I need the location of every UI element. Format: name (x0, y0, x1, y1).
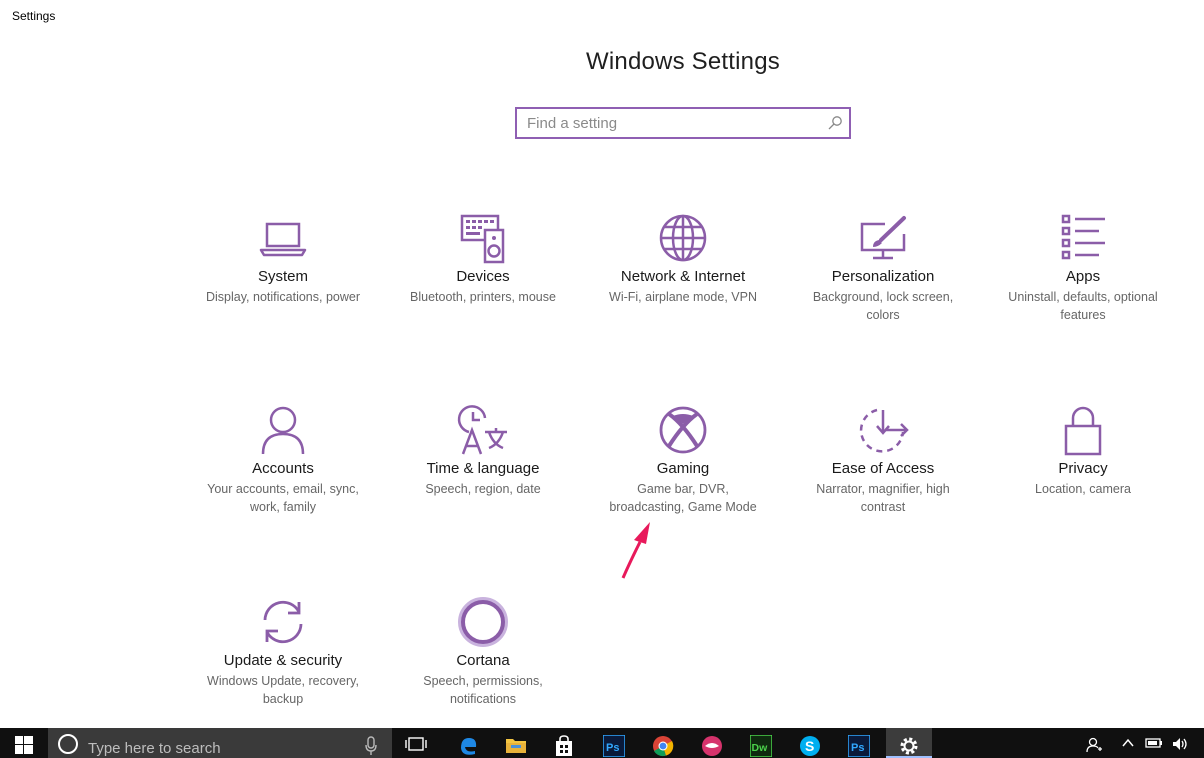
pink-app-icon (702, 736, 722, 756)
tile-description: Location, camera (1035, 482, 1131, 496)
search-input[interactable] (517, 109, 807, 137)
taskbar-file-explorer[interactable] (496, 728, 536, 758)
tile-devices[interactable]: Devices Bluetooth, printers, mouse (393, 210, 573, 306)
taskbar-photoshop[interactable]: Ps (594, 728, 634, 758)
tile-name: Accounts (252, 460, 314, 477)
globe-icon (659, 214, 707, 262)
windows-logo-icon (15, 736, 33, 754)
tile-description: Narrator, magnifier, high contrast (816, 482, 950, 514)
svg-text:Ps: Ps (851, 742, 864, 754)
skype-icon: S (800, 736, 820, 756)
xbox-icon (659, 406, 707, 454)
keyboard-speaker-icon (460, 214, 505, 264)
tile-description: Windows Update, recovery, backup (207, 674, 359, 706)
app-title: Settings (12, 9, 56, 23)
tile-name: Personalization (831, 268, 935, 285)
taskbar: Type here to search Ps Dw S Ps (0, 728, 1204, 758)
store-bag-icon (556, 735, 572, 756)
photoshop-icon: Ps (603, 735, 625, 757)
tile-name: Cortana (456, 652, 510, 669)
laptop-icon (259, 222, 307, 257)
tray-people[interactable] (1082, 728, 1106, 758)
cortana-ring-icon (458, 597, 508, 647)
taskbar-chrome[interactable] (643, 728, 683, 758)
tile-description: Your accounts, email, sync, work, family (207, 482, 359, 514)
tile-name: Network & Internet (620, 268, 746, 285)
tile-description: Bluetooth, printers, mouse (410, 290, 556, 304)
title-bar: Settings (0, 0, 1204, 32)
tile-privacy[interactable]: Privacy Location, camera (993, 402, 1173, 498)
page-title: Windows Settings (586, 48, 780, 75)
svg-text:S: S (805, 738, 814, 754)
tile-name: Time & language (426, 460, 540, 477)
task-view-button[interactable] (396, 728, 436, 758)
dreamweaver-icon: Dw (750, 735, 772, 757)
taskbar-pink-app[interactable] (692, 728, 732, 758)
annotation-arrow-icon (621, 522, 650, 579)
tile-system[interactable]: System Display, notifications, power (193, 210, 373, 306)
clock-language-icon (457, 405, 507, 455)
people-icon (1086, 737, 1102, 753)
tile-update-security[interactable]: Update & security Windows Update, recove… (193, 594, 373, 708)
tray-volume[interactable] (1168, 728, 1192, 758)
gear-icon (900, 737, 918, 755)
tile-apps[interactable]: Apps Uninstall, defaults, optional featu… (993, 210, 1173, 324)
tile-time-language[interactable]: Time & language Speech, region, date (393, 402, 573, 498)
taskbar-dreamweaver[interactable]: Dw (741, 728, 781, 758)
taskbar-store[interactable] (544, 728, 584, 758)
tile-name: Ease of Access (831, 460, 935, 477)
chrome-icon (653, 736, 674, 757)
svg-text:Ps: Ps (606, 742, 619, 754)
lock-icon (1064, 406, 1102, 456)
tile-personalization[interactable]: Personalization Background, lock screen,… (793, 210, 973, 324)
tile-description: Background, lock screen, colors (812, 290, 954, 322)
tile-accounts[interactable]: Accounts Your accounts, email, sync, wor… (193, 402, 373, 516)
taskbar-search-box[interactable]: Type here to search (48, 728, 392, 758)
tile-network[interactable]: Network & Internet Wi-Fi, airplane mode,… (593, 210, 773, 306)
tile-ease-of-access[interactable]: Ease of Access Narrator, magnifier, high… (793, 402, 973, 516)
tile-description: Speech, region, date (425, 482, 541, 496)
microphone-icon[interactable] (364, 736, 378, 756)
tile-description: Wi-Fi, airplane mode, VPN (609, 290, 757, 304)
chevron-up-icon (1122, 738, 1134, 747)
tile-name: Update & security (223, 652, 343, 669)
taskbar-settings[interactable] (886, 728, 932, 758)
person-icon (261, 406, 305, 455)
settings-search-box[interactable] (515, 107, 851, 139)
volume-icon (1173, 738, 1187, 750)
tile-gaming[interactable]: Gaming Game bar, DVR, broadcasting, Game… (593, 402, 773, 516)
tile-name: Privacy (1058, 460, 1108, 477)
tile-description: Speech, permissions, notifications (423, 674, 543, 706)
tray-show-hidden[interactable] (1117, 728, 1141, 758)
cortana-icon (58, 734, 78, 754)
app-list-icon (1061, 214, 1105, 260)
paintbrush-display-icon (860, 216, 906, 260)
ease-of-access-icon (859, 408, 909, 453)
tile-name: Apps (1065, 268, 1101, 285)
battery-icon (1145, 738, 1162, 748)
edge-icon (461, 738, 477, 755)
sync-arrows-icon (263, 600, 303, 644)
tray-battery[interactable] (1141, 728, 1165, 758)
photoshop-icon: Ps (848, 735, 870, 757)
tile-description: Uninstall, defaults, optional features (1008, 290, 1158, 322)
taskbar-search-text: Type here to search (88, 740, 221, 757)
tile-description: Game bar, DVR, broadcasting, Game Mode (609, 482, 757, 514)
start-button[interactable] (0, 728, 48, 758)
svg-text:Dw: Dw (752, 742, 769, 754)
tile-name: Gaming (656, 460, 710, 477)
taskbar-photoshop-2[interactable]: Ps (839, 728, 879, 758)
tile-cortana[interactable]: Cortana Speech, permissions, notificatio… (393, 594, 573, 708)
taskbar-edge[interactable] (448, 728, 488, 758)
search-icon[interactable] (827, 115, 843, 131)
tile-name: Devices (456, 268, 510, 285)
folder-icon (506, 739, 526, 753)
taskbar-skype[interactable]: S (790, 728, 830, 758)
task-view-icon (405, 737, 427, 751)
tile-description: Display, notifications, power (205, 290, 360, 304)
tile-name: System (257, 268, 308, 285)
